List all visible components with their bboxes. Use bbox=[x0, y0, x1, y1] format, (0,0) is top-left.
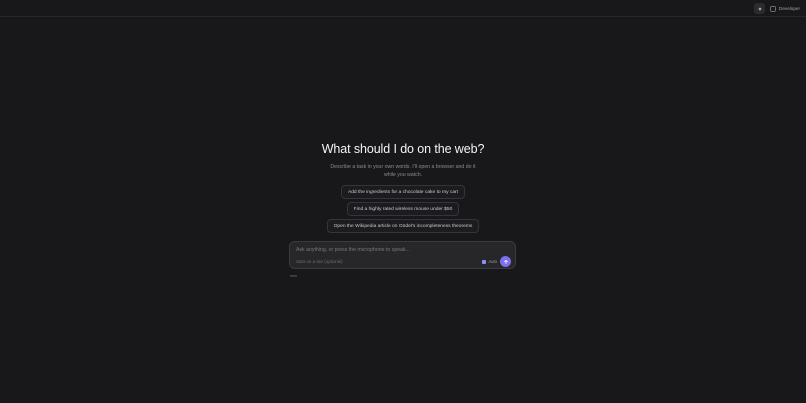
top-bar: Developer bbox=[0, 0, 806, 17]
auto-toggle[interactable]: Auto bbox=[482, 259, 497, 264]
task-input[interactable]: Ask anything, or press the microphone to… bbox=[296, 247, 410, 253]
suggestion-list: Add the ingredients for a chocolate cake… bbox=[0, 185, 806, 233]
hero: What should I do on the web? Describe a … bbox=[0, 142, 806, 179]
suggestion-chip[interactable]: Open the Wikipedia article on Gödel's in… bbox=[326, 219, 480, 233]
suggestion-chip[interactable]: Add the ingredients for a chocolate cake… bbox=[340, 185, 466, 199]
developer-label: Developer bbox=[779, 6, 800, 11]
arrow-up-icon bbox=[503, 259, 508, 264]
top-actions: Developer bbox=[754, 3, 800, 14]
start-url-input[interactable]: Start on a site (optional) bbox=[296, 259, 343, 264]
theme-toggle-button[interactable] bbox=[754, 3, 766, 14]
task-composer[interactable]: Ask anything, or press the microphone to… bbox=[289, 241, 516, 269]
sun-icon bbox=[758, 7, 761, 10]
auto-checkbox[interactable] bbox=[482, 259, 487, 264]
code-icon bbox=[770, 5, 776, 12]
send-button[interactable] bbox=[500, 256, 511, 267]
auto-label: Auto bbox=[488, 259, 497, 264]
footnote: new bbox=[290, 274, 297, 278]
suggestion-chip[interactable]: Find a highly rated wireless mouse under… bbox=[346, 202, 460, 216]
page-title: What should I do on the web? bbox=[321, 142, 485, 156]
developer-button[interactable]: Developer bbox=[770, 5, 800, 12]
page-subtitle: Describe a task in your own words. I'll … bbox=[330, 164, 476, 178]
